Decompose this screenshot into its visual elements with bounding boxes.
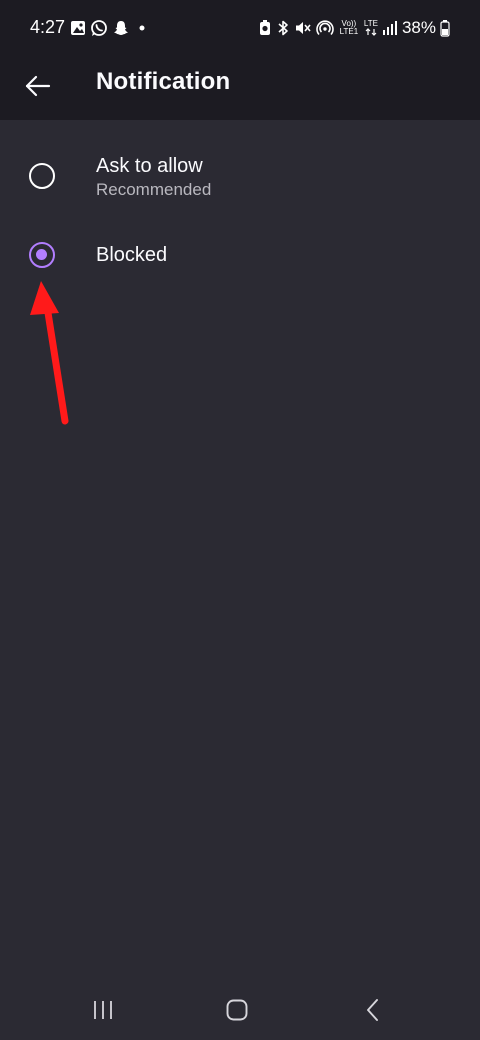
battery-icon [440, 20, 450, 37]
option-sublabel-recommended: Recommended [96, 180, 212, 199]
option-ask-to-allow[interactable]: Ask to allow Recommended [0, 140, 480, 216]
signal-icon [382, 21, 397, 35]
option-label-ask-to-allow: Ask to allow [96, 155, 203, 177]
radio-blocked[interactable] [29, 242, 55, 268]
data-arrows-icon [365, 28, 377, 36]
status-left-icons [70, 18, 148, 38]
app-bar: Notification [0, 56, 480, 120]
radio-selected-dot [36, 249, 47, 260]
option-label-blocked: Blocked [96, 244, 168, 266]
status-time: 4:27 [30, 17, 66, 37]
recents-button[interactable] [83, 990, 123, 1030]
volte-icon: Vo)) LTE1 [339, 19, 359, 36]
hotspot-icon [316, 20, 334, 36]
dot-icon [139, 25, 145, 31]
recents-icon [94, 1001, 112, 1019]
arrow-left-icon [25, 75, 51, 97]
status-bar: 4:27 Vo)) LTE1 LTE 38% [0, 0, 480, 56]
radio-ask-to-allow[interactable] [29, 163, 55, 189]
home-button[interactable] [217, 990, 257, 1030]
battery-percent: 38% [401, 18, 436, 37]
nav-back-button[interactable] [353, 990, 393, 1030]
status-right-icons: Vo)) LTE1 LTE 38% [258, 17, 450, 39]
snapchat-icon [114, 21, 128, 35]
screen: 4:27 Vo)) LTE1 LTE 38% Notification Ask … [0, 0, 480, 1040]
back-icon [367, 999, 378, 1021]
gallery-icon [71, 21, 85, 35]
nav-bar [0, 980, 480, 1040]
back-button[interactable] [18, 66, 58, 106]
option-blocked[interactable]: Blocked [0, 222, 480, 290]
page-title: Notification [96, 68, 231, 95]
mute-icon [295, 22, 311, 34]
lte-label: LTE [363, 19, 378, 28]
lte-icon: LTE [364, 20, 378, 36]
bluetooth-icon [278, 20, 288, 36]
whatsapp-icon [91, 20, 107, 36]
home-icon [226, 999, 248, 1021]
battery-saver-icon [259, 20, 270, 35]
